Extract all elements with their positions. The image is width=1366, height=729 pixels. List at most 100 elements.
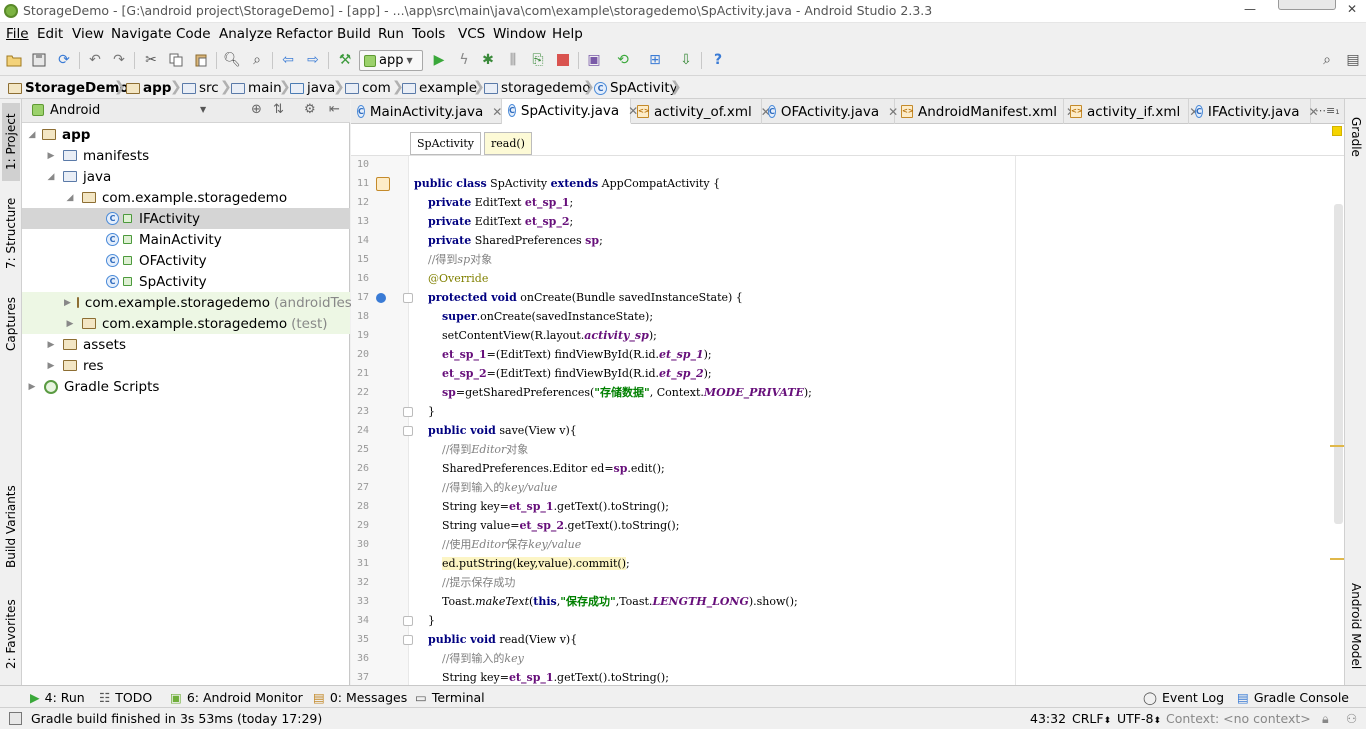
gradle-console-tool-tab[interactable]: ▤ Gradle Console [1237, 689, 1349, 706]
menu-view[interactable]: View [72, 26, 104, 42]
tree-item-java[interactable]: ◢ java [22, 166, 350, 187]
tree-item-package-androidtest[interactable]: ▶ com.example.storagedemo (androidTest) [22, 292, 362, 313]
tree-item-ofactivity[interactable]: C OFActivity [22, 250, 350, 271]
fold-icon[interactable] [403, 293, 413, 303]
structure-tool-tab[interactable]: 7: Structure [2, 189, 20, 277]
menu-build[interactable]: Build [337, 26, 371, 42]
save-all-icon[interactable] [30, 51, 48, 69]
code-editor[interactable]: 10 11 12 13 14 15 16 17 18 19 20 21 22 2… [351, 156, 1344, 685]
tree-item-app[interactable]: ◢ app [22, 124, 350, 145]
messages-tool-tab[interactable]: ▤ 0: Messages [313, 689, 407, 706]
fold-icon[interactable] [403, 407, 413, 417]
captures-tool-tab[interactable]: Captures [2, 289, 20, 359]
tree-item-mainactivity[interactable]: C MainActivity [22, 229, 350, 250]
layout-icon[interactable]: ▤ [1344, 51, 1362, 69]
fold-icon[interactable] [403, 635, 413, 645]
menu-navigate[interactable]: Navigate [111, 26, 172, 42]
marker-stripe[interactable] [1330, 558, 1344, 560]
file-encoding[interactable]: UTF-8⬍ [1117, 711, 1161, 726]
caret-position[interactable]: 43:32 [1030, 711, 1066, 726]
paste-icon[interactable] [192, 51, 210, 69]
gradle-sync-icon[interactable]: ⟲ [614, 51, 632, 69]
crumb-app[interactable]: app [126, 79, 171, 97]
tab-ifactivity[interactable]: C IFActivity.java ✕ [1189, 99, 1319, 124]
menu-window[interactable]: Window [493, 26, 546, 42]
attach-debugger-icon[interactable]: ⎘ [529, 51, 547, 69]
sync-icon[interactable]: ⟳ [55, 51, 73, 69]
tab-activity-if-xml[interactable]: <> activity_if.xml ✕ [1064, 99, 1199, 124]
close-icon[interactable]: ✕ [492, 105, 502, 119]
crumb-project[interactable]: StorageDemo [8, 79, 129, 97]
toggle-tool-windows-icon[interactable] [9, 712, 22, 725]
tree-item-manifests[interactable]: ▶ manifests [22, 145, 350, 166]
replace-icon[interactable]: ⌕ [248, 51, 266, 69]
copy-icon[interactable] [167, 51, 185, 69]
collapse-all-icon[interactable]: ⇅ [273, 102, 284, 117]
crumb-storagedemo[interactable]: storagedemo [484, 79, 591, 97]
crumb-spactivity[interactable]: C SpActivity [594, 79, 678, 97]
menu-help[interactable]: Help [552, 26, 583, 42]
tab-activity-of-xml[interactable]: <> activity_of.xml ✕ [631, 99, 771, 124]
profile-icon[interactable]: ⫼ [504, 51, 522, 69]
tab-spactivity[interactable]: C SpActivity.java ✕ [502, 99, 638, 124]
android-model-tool-tab[interactable]: Android Model [1347, 575, 1365, 677]
menu-run[interactable]: Run [378, 26, 404, 42]
build-variants-tool-tab[interactable]: Build Variants [2, 479, 20, 574]
inspector-icon[interactable]: ⚇ [1346, 711, 1357, 726]
project-tool-tab[interactable]: 1: Project [2, 103, 20, 181]
gear-icon[interactable]: ⚙ [304, 102, 316, 117]
tree-item-package-test[interactable]: ▶ com.example.storagedemo (test) [22, 313, 350, 334]
context-indicator[interactable]: Context: <no context> [1166, 711, 1311, 726]
sdk-manager-icon[interactable]: ⇩ [677, 51, 695, 69]
run-config-select[interactable]: app ▼ [359, 50, 423, 71]
cut-icon[interactable]: ✂ [142, 51, 160, 69]
crumb-com[interactable]: com [345, 79, 391, 97]
terminal-tool-tab[interactable]: ▭ Terminal [415, 689, 485, 706]
find-icon[interactable]: 🔍︎ [223, 51, 241, 69]
android-monitor-tool-tab[interactable]: ▣ 6: Android Monitor [170, 689, 303, 706]
event-log-tool-tab[interactable]: ◯ Event Log [1143, 689, 1224, 706]
minimize-button[interactable]: — [1240, 2, 1260, 18]
tab-ofactivity[interactable]: C OFActivity.java ✕ [762, 99, 898, 124]
tab-overflow-icon[interactable]: ⋯≡₁ [1315, 104, 1340, 117]
menu-refactor[interactable]: Refactor [276, 26, 333, 42]
view-mode-select[interactable]: Android [50, 103, 100, 118]
favorites-tool-tab[interactable]: 2: Favorites [2, 589, 20, 679]
crumb-main[interactable]: main [231, 79, 282, 97]
todo-tool-tab[interactable]: ☷ TODO [99, 689, 152, 706]
window-handle[interactable] [1278, 0, 1336, 10]
lock-icon[interactable]: 🔒︎ [1322, 711, 1329, 727]
project-structure-icon[interactable]: ⊞ [646, 51, 664, 69]
avd-manager-icon[interactable]: ▣ [585, 51, 603, 69]
run-icon[interactable]: ▶ [430, 51, 448, 69]
fold-icon[interactable] [403, 426, 413, 436]
tree-item-spactivity[interactable]: C SpActivity [22, 271, 350, 292]
forward-icon[interactable]: ⇨ [304, 51, 322, 69]
layout-resource-icon[interactable] [376, 177, 390, 191]
editor-crumb-method[interactable]: read() [484, 132, 532, 155]
debug-icon[interactable]: ✱ [479, 51, 497, 69]
run-tool-tab[interactable]: ▶ 4: Run [30, 689, 85, 706]
apply-changes-icon[interactable]: ϟ [455, 51, 473, 69]
make-project-icon[interactable]: ⚒ [336, 51, 354, 69]
menu-code[interactable]: Code [176, 26, 211, 42]
gradle-tool-tab[interactable]: Gradle [1347, 107, 1365, 167]
chevron-down-icon[interactable]: ▼ [200, 105, 206, 114]
status-message[interactable]: Gradle build finished in 3s 53ms (today … [31, 711, 322, 726]
stop-icon[interactable] [554, 51, 572, 69]
tree-item-gradle-scripts[interactable]: ▶ Gradle Scripts [22, 376, 350, 397]
open-folder-icon[interactable] [5, 51, 23, 69]
crumb-java[interactable]: java [290, 79, 335, 97]
tab-mainactivity[interactable]: C MainActivity.java ✕ [351, 99, 502, 124]
menu-tools[interactable]: Tools [412, 26, 445, 42]
tab-androidmanifest[interactable]: <> AndroidManifest.xml ✕ [895, 99, 1076, 124]
marker-stripe[interactable] [1330, 445, 1344, 447]
override-marker-icon[interactable] [376, 293, 386, 303]
editor-crumb-class[interactable]: SpActivity [410, 132, 481, 155]
close-button[interactable]: ✕ [1342, 2, 1362, 18]
menu-edit[interactable]: Edit [37, 26, 63, 42]
redo-icon[interactable]: ↷ [110, 51, 128, 69]
warning-marker-icon[interactable] [1332, 126, 1342, 136]
tree-item-package[interactable]: ◢ com.example.storagedemo [22, 187, 350, 208]
fold-icon[interactable] [403, 616, 413, 626]
